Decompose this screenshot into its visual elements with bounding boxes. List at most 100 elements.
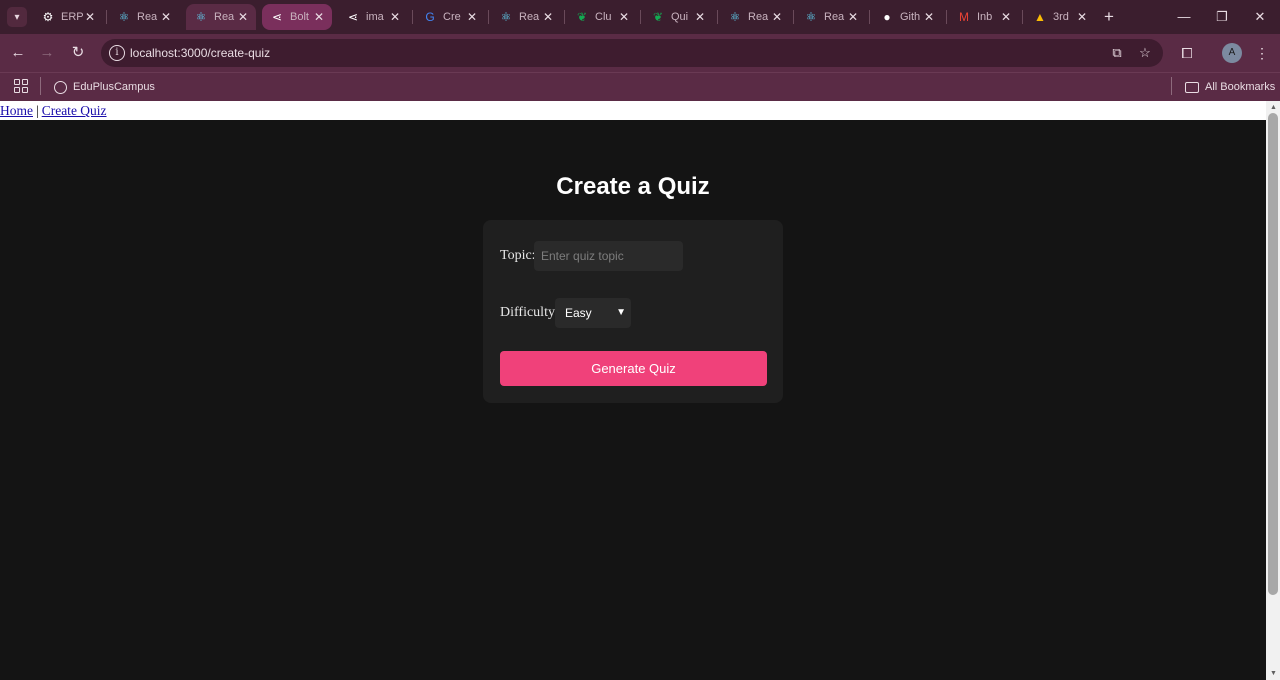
react-icon: ⚛: [500, 10, 512, 24]
close-icon[interactable]: ✕: [159, 10, 173, 24]
install-app-icon[interactable]: ⧉: [1109, 45, 1125, 61]
nav-create-quiz-link[interactable]: Create Quiz: [42, 103, 107, 118]
nav-separator: |: [36, 103, 39, 118]
nav-home-link[interactable]: Home: [0, 103, 33, 118]
tab-title: Rea: [214, 11, 235, 23]
page-title: Create a Quiz: [556, 173, 710, 200]
chevron-down-icon: ▾: [14, 11, 20, 23]
tab-title: Rea: [519, 11, 540, 23]
react-icon: ⚛: [805, 10, 817, 24]
page-viewport: Home|Create Quiz Create a Quiz Topic: Di…: [0, 101, 1266, 680]
browser-tab[interactable]: M Inb ✕: [949, 4, 1019, 30]
apps-grid-icon[interactable]: [14, 79, 28, 93]
tab-search-button[interactable]: ▾: [7, 7, 27, 27]
tab-title: Bolt: [290, 11, 309, 23]
chevron-down-icon: ▼: [616, 307, 626, 318]
bookmark-star-icon[interactable]: ☆: [1137, 45, 1153, 61]
bookmarks-divider: [1171, 77, 1172, 95]
share-icon: ⋖: [271, 10, 283, 24]
topic-label: Topic:: [500, 248, 536, 263]
bookmark-label: EduPlusCampus: [73, 81, 155, 93]
close-icon[interactable]: ✕: [312, 10, 326, 24]
react-icon: ⚛: [729, 10, 741, 24]
tab-separator: [412, 10, 413, 24]
close-icon[interactable]: ✕: [846, 10, 860, 24]
close-icon[interactable]: ✕: [465, 10, 479, 24]
close-icon[interactable]: ✕: [922, 10, 936, 24]
tab-separator: [564, 10, 565, 24]
url-text[interactable]: localhost:3000/create-quiz: [130, 46, 270, 60]
scroll-up-arrow-icon[interactable]: ▲: [1270, 104, 1277, 111]
tab-separator: [1022, 10, 1023, 24]
tab-title: Rea: [748, 11, 769, 23]
tab-separator: [946, 10, 947, 24]
tab-separator: [793, 10, 794, 24]
scrollbar-thumb[interactable]: [1268, 113, 1278, 595]
gear-icon: ⚙: [42, 10, 54, 24]
browser-tab[interactable]: ⚛ Rea ✕: [109, 4, 179, 30]
scroll-down-arrow-icon[interactable]: ▼: [1270, 670, 1277, 677]
topic-input[interactable]: [534, 241, 683, 271]
tab-title: Inb: [977, 11, 993, 23]
tab-separator: [106, 10, 107, 24]
share-icon: ⋖: [347, 10, 359, 24]
browser-tab[interactable]: ❦ Clu ✕: [567, 4, 637, 30]
scrollbar[interactable]: ▲ ▼: [1266, 101, 1280, 680]
browser-tab[interactable]: ❦ Qui ✕: [643, 4, 713, 30]
browser-tab[interactable]: ⚙ ERP ✕: [33, 4, 103, 30]
tab-separator: [640, 10, 641, 24]
forward-button[interactable]: →: [37, 43, 57, 63]
tab-title: Qui: [671, 11, 689, 23]
close-icon[interactable]: ✕: [999, 10, 1013, 24]
tab-title: Cre: [443, 11, 461, 23]
site-info-icon[interactable]: i: [109, 45, 125, 61]
mongodb-icon: ❦: [652, 10, 664, 24]
tab-strip: ▾ ⚙ ERP ✕ ⚛ Rea ✕ ⚛ Rea ✕ ⋖ Bolt ✕ ⋖ ima ✕ G Cre ✕ ⚛ Rea ✕ ❦ C…: [0, 0, 1280, 34]
browser-tab[interactable]: ● Gith ✕: [872, 4, 942, 30]
avatar[interactable]: A: [1222, 43, 1242, 63]
bookmark-item[interactable]: EduPlusCampus: [54, 78, 155, 96]
mongodb-icon: ❦: [576, 10, 588, 24]
extensions-icon[interactable]: ⧠: [1177, 43, 1197, 63]
close-icon[interactable]: ✕: [541, 10, 555, 24]
new-tab-button[interactable]: +: [1100, 8, 1118, 26]
difficulty-select[interactable]: Easy ▼: [555, 298, 631, 328]
close-icon[interactable]: ✕: [388, 10, 402, 24]
close-icon[interactable]: ✕: [1075, 10, 1089, 24]
tab-separator: [488, 10, 489, 24]
generate-quiz-button[interactable]: Generate Quiz: [500, 351, 767, 386]
restore-button[interactable]: ❐: [1212, 8, 1232, 26]
browser-tab[interactable]: ⋖ Bolt ✕: [262, 4, 332, 30]
globe-icon: [54, 80, 67, 94]
close-icon[interactable]: ✕: [236, 10, 250, 24]
menu-kebab-icon[interactable]: ⋮: [1252, 43, 1272, 63]
back-button[interactable]: ←: [8, 43, 28, 63]
browser-tab[interactable]: G Cre ✕: [415, 4, 485, 30]
browser-tab[interactable]: ⚛ Rea ✕: [491, 4, 561, 30]
browser-tab[interactable]: ⚛ Rea ✕: [186, 4, 256, 30]
tab-title: Rea: [137, 11, 158, 23]
close-icon[interactable]: ✕: [693, 10, 707, 24]
browser-tab[interactable]: ⚛ Rea ✕: [720, 4, 790, 30]
minimize-button[interactable]: —: [1174, 8, 1194, 26]
browser-tab[interactable]: ▲ 3rd ✕: [1025, 4, 1095, 30]
react-icon: ⚛: [118, 10, 130, 24]
react-icon: ⚛: [195, 10, 207, 24]
folder-icon: [1185, 81, 1199, 93]
tab-title: Clu: [595, 11, 612, 23]
tab-title: Gith: [900, 11, 921, 23]
browser-tab[interactable]: ⋖ ima ✕: [338, 4, 408, 30]
close-icon[interactable]: ✕: [83, 10, 97, 24]
address-bar[interactable]: i localhost:3000/create-quiz ⧉ ☆: [101, 39, 1163, 67]
reload-button[interactable]: ↻: [68, 43, 88, 63]
tab-title: ima: [366, 11, 384, 23]
tab-separator: [869, 10, 870, 24]
tab-title: 3rd: [1053, 11, 1069, 23]
close-icon[interactable]: ✕: [770, 10, 784, 24]
close-icon[interactable]: ✕: [617, 10, 631, 24]
all-bookmarks-button[interactable]: All Bookmarks: [1185, 78, 1275, 96]
gmail-icon: M: [959, 10, 969, 24]
close-window-button[interactable]: ✕: [1250, 8, 1270, 26]
browser-tab[interactable]: ⚛ Rea ✕: [796, 4, 866, 30]
top-nav: Home | Create Quiz: [0, 101, 1266, 120]
